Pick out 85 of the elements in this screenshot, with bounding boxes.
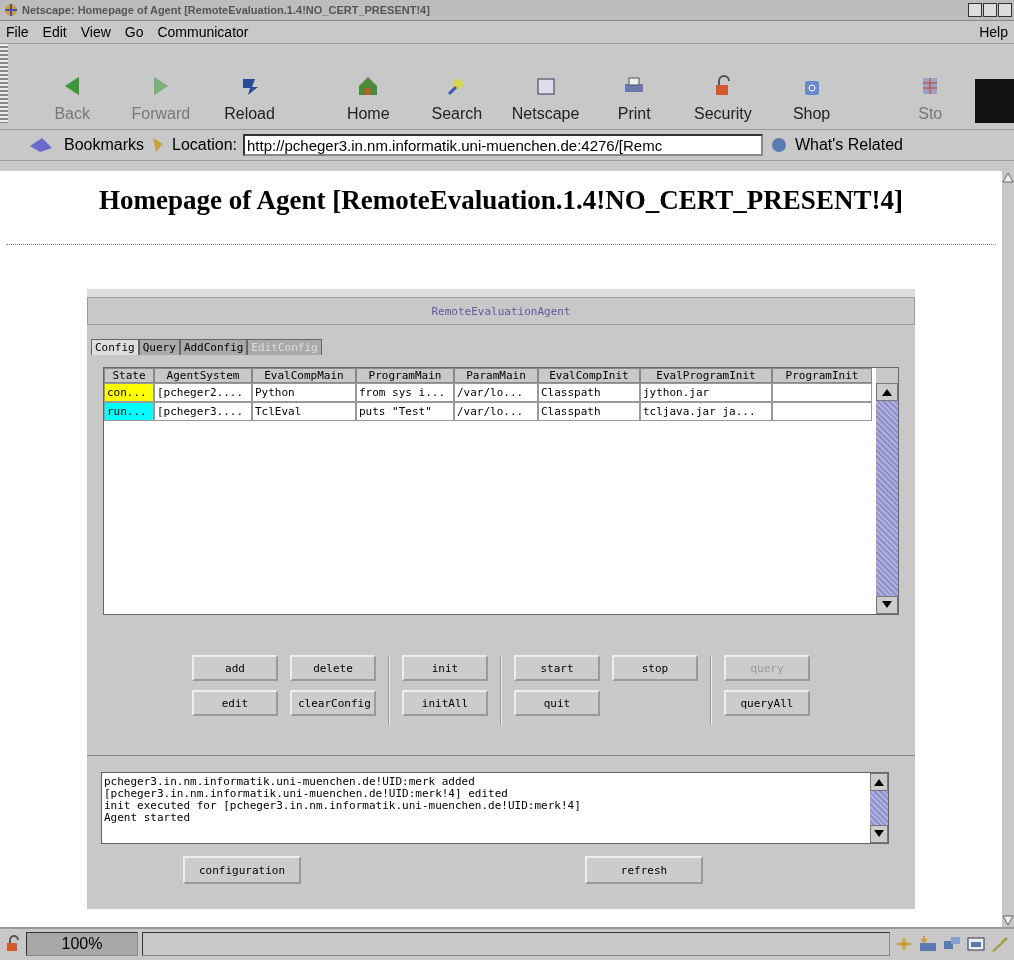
table-cell: puts "Test" xyxy=(356,402,454,421)
action-button[interactable]: edit xyxy=(192,690,278,716)
triangle-up-icon xyxy=(882,388,892,396)
scrollbar-thumb[interactable] xyxy=(876,401,898,596)
menu-item[interactable]: View xyxy=(80,24,111,40)
bookmarks-button[interactable]: Bookmarks xyxy=(64,136,145,154)
arrow-left-icon xyxy=(65,75,80,97)
log-line: pcheger3.in.nm.informatik.uni-muenchen.de!UID:merk added xyxy=(104,776,476,788)
toolbar-button[interactable]: Netscape xyxy=(501,75,590,123)
action-button[interactable]: start xyxy=(514,655,600,681)
scroll-up-button[interactable] xyxy=(870,773,888,791)
toolbar-button[interactable]: Search xyxy=(412,75,502,123)
tab[interactable]: Query xyxy=(138,339,180,355)
action-button[interactable]: quit xyxy=(514,690,600,716)
table-cell: TclEval xyxy=(252,402,356,421)
action-button[interactable]: stop xyxy=(612,655,698,681)
card-icon[interactable] xyxy=(966,935,986,953)
triangle-down-icon xyxy=(882,601,892,609)
column-header[interactable]: EvalCompInit xyxy=(538,368,640,383)
action-button[interactable]: clearConfig xyxy=(290,690,376,716)
inbox-icon[interactable] xyxy=(918,935,938,953)
scrollbar-thumb[interactable] xyxy=(870,791,888,825)
toolbar-button[interactable]: Shop xyxy=(767,75,856,123)
star-icon[interactable] xyxy=(894,935,914,953)
log-line: init executed for [pcheger3.in.nm.informatik.uni-muenchen.de!UID:merk!4] xyxy=(104,800,582,812)
padlock-icon[interactable] xyxy=(4,935,22,953)
house-icon xyxy=(357,75,380,97)
state-cell: run... xyxy=(104,402,154,421)
table-cell: Python xyxy=(252,383,356,402)
column-header[interactable]: ParamMain xyxy=(454,368,538,383)
column-header[interactable]: AgentSystem xyxy=(154,368,252,383)
column-header[interactable]: ProgramInit xyxy=(772,368,872,383)
close-button[interactable] xyxy=(998,3,1012,17)
table-cell: from sys i... xyxy=(356,383,454,402)
scroll-up-button[interactable] xyxy=(876,383,898,401)
toolbar-button[interactable]: Home xyxy=(323,75,413,123)
action-button[interactable]: initAll xyxy=(402,690,488,716)
zoom-level: 100% xyxy=(26,932,138,956)
table-cell: tcljava.jar ja... xyxy=(640,402,772,421)
column-header[interactable]: EvalCompMain xyxy=(252,368,356,383)
applet-button[interactable]: refresh xyxy=(585,856,703,884)
action-button[interactable]: init xyxy=(402,655,488,681)
tab[interactable]: AddConfig xyxy=(179,339,248,355)
url-field[interactable]: http://pcheger3.in.nm.informatik.uni-muenchen.de:4276/[Remc xyxy=(242,134,763,156)
menu-item[interactable]: Communicator xyxy=(157,24,249,40)
state-cell: con... xyxy=(104,383,154,402)
app-icon xyxy=(4,3,18,17)
log-line: Agent started xyxy=(104,812,192,824)
page-heading: Homepage of Agent [RemoteEvaluation.1.4!NO_CERT_PRESENT!4] xyxy=(99,185,903,216)
log-line: [pcheger3.in.nm.informatik.uni-muenchen.de!UID:merk!4] edited xyxy=(104,788,509,800)
table-cell: Classpath xyxy=(538,383,640,402)
minimize-button[interactable] xyxy=(968,3,982,17)
toolbar-grip[interactable] xyxy=(0,44,8,123)
applet-title: RemoteEvaluationAgent xyxy=(87,297,915,325)
menu-item[interactable]: Go xyxy=(124,24,144,40)
table-cell: jython.jar xyxy=(640,383,772,402)
action-button[interactable]: delete xyxy=(290,655,376,681)
menu-item[interactable]: File xyxy=(6,24,29,40)
column-header[interactable]: State xyxy=(104,368,154,383)
table-cell: Classpath xyxy=(538,402,640,421)
menu-item[interactable]: Help xyxy=(979,24,1008,40)
arrow-right-icon xyxy=(153,75,168,97)
table-cell: /var/lo... xyxy=(454,402,538,421)
action-button[interactable]: queryAll xyxy=(724,690,810,716)
document-icon xyxy=(534,75,557,97)
whats-related-button[interactable]: What's Related xyxy=(794,136,903,154)
table-cell: /var/lo... xyxy=(454,383,538,402)
toolbar-button[interactable]: Reload xyxy=(205,75,294,123)
table-cell: [pcheger2.... xyxy=(154,383,252,402)
maximize-button[interactable] xyxy=(983,3,997,17)
column-header[interactable]: EvalProgramInit xyxy=(640,368,772,383)
action-button[interactable]: add xyxy=(192,655,278,681)
window-title: Netscape: Homepage of Agent [RemoteEvaluation.1.4!NO_CERT_PRESENT!4] xyxy=(22,4,431,16)
scroll-down-button[interactable] xyxy=(876,596,898,614)
menu-item[interactable]: Edit xyxy=(42,24,67,40)
column-header[interactable]: ProgramMain xyxy=(356,368,454,383)
toolbar-button[interactable]: Security xyxy=(678,75,768,123)
table-cell: [pcheger3.... xyxy=(154,402,252,421)
toolbar-button[interactable]: Print xyxy=(589,75,679,123)
scroll-down-button[interactable] xyxy=(870,825,888,843)
tab[interactable]: Config xyxy=(91,339,139,355)
applet-button[interactable]: configuration xyxy=(183,856,301,884)
location-label: Location: xyxy=(172,136,237,154)
triangle-up-icon xyxy=(874,778,884,786)
triangle-down-icon xyxy=(874,830,884,838)
